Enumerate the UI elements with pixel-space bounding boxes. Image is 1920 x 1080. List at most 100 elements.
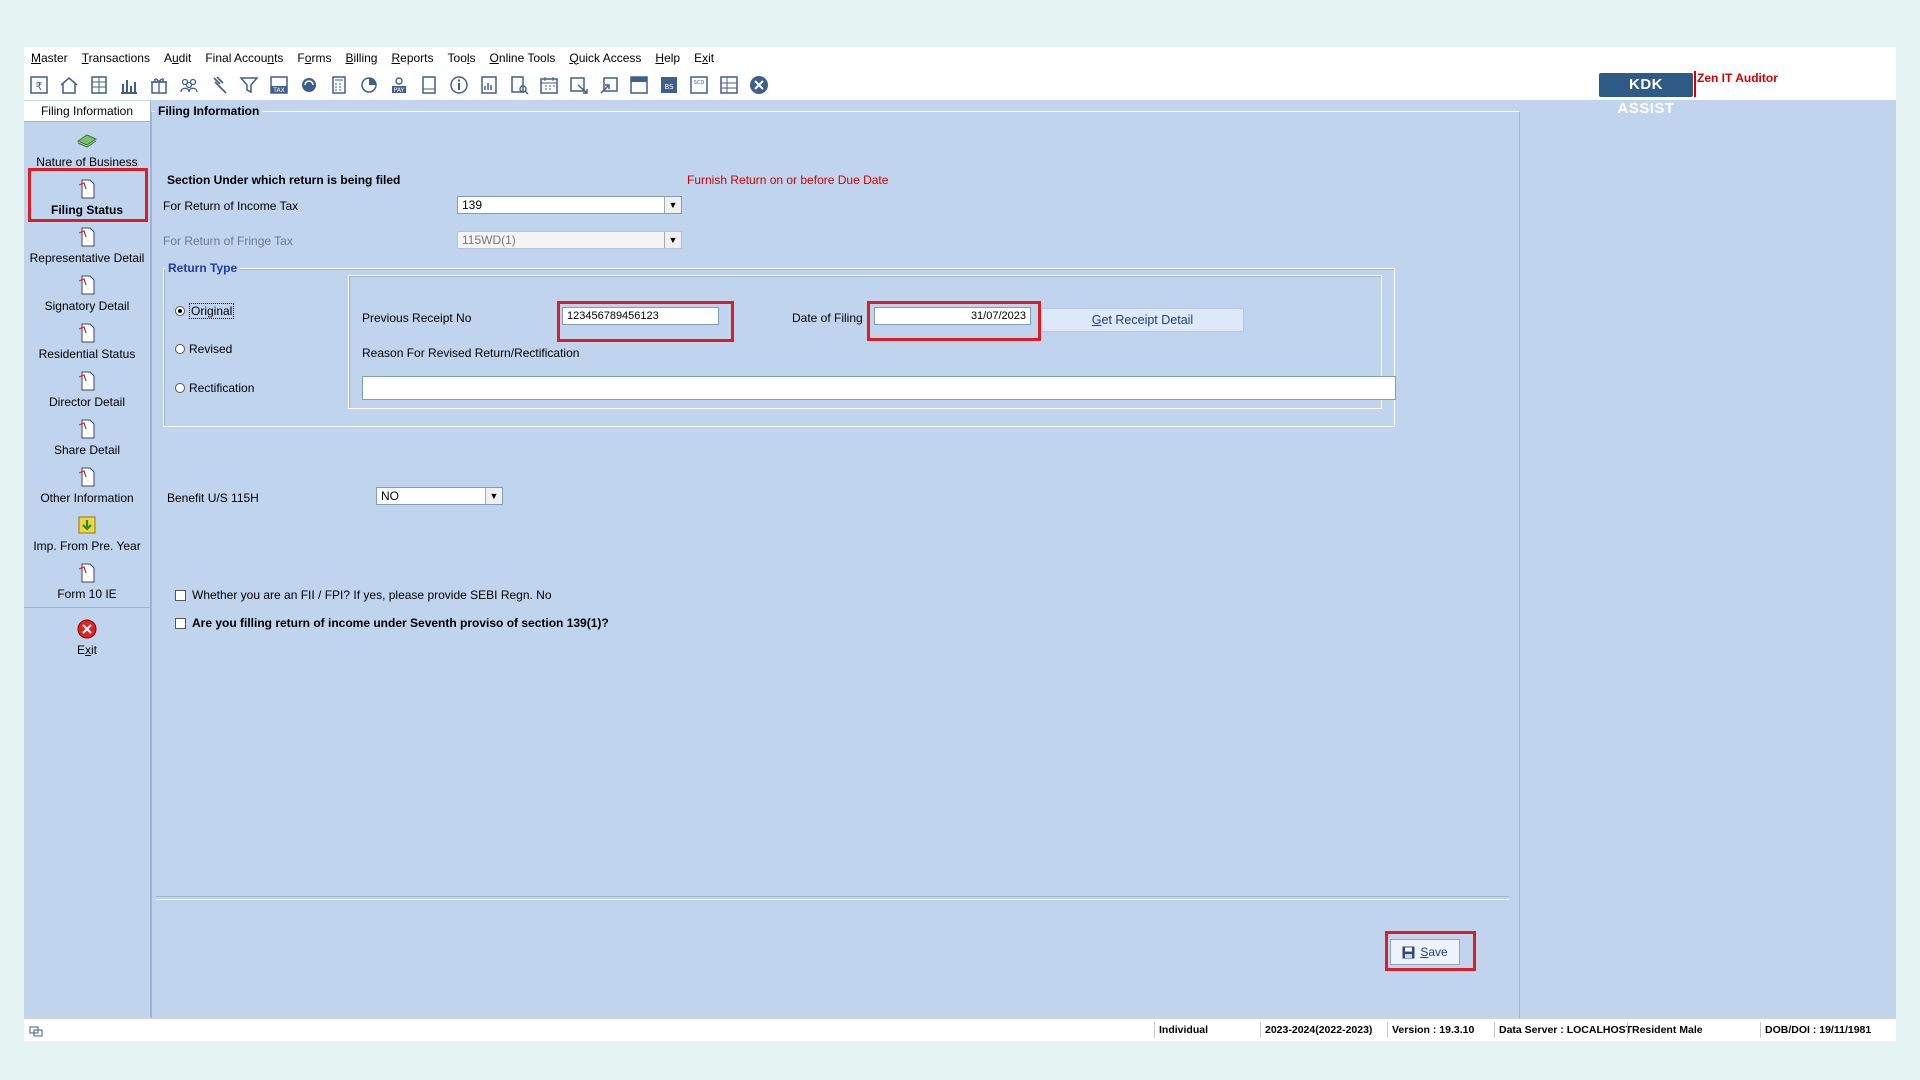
status-bar: Individual 2023-2024(2022-2023) Version …	[24, 1018, 1896, 1041]
scd-icon[interactable]: SCD	[688, 74, 710, 96]
date-of-filing-label: Date of Filing	[792, 311, 863, 325]
get-receipt-detail-button[interactable]: Get Receipt Detail	[1041, 308, 1244, 332]
radio-rectification[interactable]: Rectification	[175, 381, 254, 395]
document-icon	[75, 321, 99, 345]
due-date-note: Furnish Return on or before Due Date	[687, 173, 889, 187]
nav-item-residential-status[interactable]: Residential Status	[24, 321, 150, 361]
menu-help[interactable]: Help	[648, 51, 687, 65]
application-window: Master Transactions Audit Final Accounts…	[24, 47, 1896, 1041]
fii-fpi-checkbox[interactable]: Whether you are an FII / FPI? If yes, pl…	[175, 588, 552, 602]
grid-icon[interactable]	[718, 74, 740, 96]
footer-separator	[156, 896, 1509, 900]
product-name: Zen IT Auditor	[1697, 71, 1778, 85]
chevron-down-icon: ▼	[664, 197, 681, 213]
main-panel: Filing Information Section Under which r…	[151, 101, 1521, 1019]
radio-revised[interactable]: Revised	[175, 342, 232, 356]
chevron-down-icon: ▼	[664, 232, 681, 248]
menu-billing[interactable]: Billing	[338, 51, 384, 65]
document-icon	[75, 417, 99, 441]
gift-icon[interactable]	[148, 74, 170, 96]
income-tax-section-select[interactable]: 139 ▼	[457, 196, 682, 214]
notebook-icon[interactable]	[418, 74, 440, 96]
nav-item-director-detail[interactable]: Director Detail	[24, 369, 150, 409]
nav-exit-button[interactable]: Exit	[24, 617, 150, 657]
home-icon[interactable]	[58, 74, 80, 96]
svg-text:BS: BS	[664, 83, 674, 91]
document-icon	[75, 177, 99, 201]
status-residential: Resident Male	[1627, 1022, 1732, 1038]
menu-reports[interactable]: Reports	[384, 51, 440, 65]
gavel-icon[interactable]	[208, 74, 230, 96]
ledger-icon[interactable]	[88, 74, 110, 96]
nav-item-import-from-previous-year[interactable]: Imp. From Pre. Year	[24, 513, 150, 553]
pay-icon[interactable]: PAY	[388, 74, 410, 96]
pie-chart-icon[interactable]	[358, 74, 380, 96]
svg-text:PAY: PAY	[394, 87, 405, 94]
status-assessment-year: 2023-2024(2022-2023)	[1260, 1022, 1387, 1038]
nav-item-nature-of-business[interactable]: Nature of Business	[24, 129, 150, 169]
nav-item-representative-detail[interactable]: Representative Detail	[24, 225, 150, 265]
form-icon[interactable]	[628, 74, 650, 96]
return-type-legend: Return Type	[165, 261, 241, 275]
status-assessee-type: Individual	[1154, 1022, 1259, 1038]
document-icon	[75, 561, 99, 585]
fringe-tax-label: For Return of Fringe Tax	[163, 234, 293, 248]
save-button[interactable]: Save	[1390, 939, 1460, 965]
calendar-icon[interactable]	[538, 74, 560, 96]
status-data-server: Data Server : LOCALHOST	[1494, 1022, 1632, 1038]
benefit-115h-label: Benefit U/S 115H	[167, 491, 259, 505]
money-icon	[75, 129, 99, 153]
tax-icon[interactable]: TAX	[268, 74, 290, 96]
main-frame	[151, 111, 1520, 1019]
benefit-115h-select[interactable]: NO ▼	[376, 487, 503, 505]
reason-input[interactable]	[362, 376, 1396, 400]
svg-text:TAX: TAX	[272, 87, 284, 94]
export-icon[interactable]	[568, 74, 590, 96]
document-icon	[75, 465, 99, 489]
bar-chart-icon[interactable]	[118, 74, 140, 96]
menu-forms[interactable]: Forms	[290, 51, 338, 65]
income-tax-label: For Return of Income Tax	[163, 199, 299, 213]
network-icon	[28, 1022, 44, 1038]
refresh-icon[interactable]	[298, 74, 320, 96]
menu-transactions[interactable]: Transactions	[75, 51, 157, 65]
users-icon[interactable]	[178, 74, 200, 96]
nav-item-share-detail[interactable]: Share Detail	[24, 417, 150, 457]
menu-tools[interactable]: Tools	[441, 51, 483, 65]
brand-divider	[1694, 71, 1696, 97]
reason-label: Reason For Revised Return/Rectification	[362, 346, 580, 360]
panel-title: Filing Information	[155, 104, 263, 118]
date-of-filing-input[interactable]: 31/07/2023	[874, 307, 1031, 325]
exit-icon	[75, 617, 99, 641]
radio-original[interactable]: Original	[175, 303, 235, 319]
toolbar: ₹ TAX PAY BS SCD KDK ASSIST Zen IT Audit…	[24, 68, 1896, 117]
seventh-proviso-checkbox[interactable]: Are you filling return of income under S…	[175, 616, 609, 630]
rupee-book-icon[interactable]: ₹	[28, 74, 50, 96]
nav-item-other-information[interactable]: Other Information	[24, 465, 150, 505]
document-search-icon[interactable]	[508, 74, 530, 96]
nav-title: Filing Information	[24, 101, 150, 122]
status-dob: DOB/DOI : 19/11/1981	[1760, 1022, 1895, 1038]
calculator-icon[interactable]	[328, 74, 350, 96]
nav-item-filing-status[interactable]: Filing Status	[24, 177, 150, 217]
report-icon[interactable]	[478, 74, 500, 96]
nav-item-signatory-detail[interactable]: Signatory Detail	[24, 273, 150, 313]
menu-final-accounts[interactable]: Final Accounts	[198, 51, 290, 65]
filter-icon[interactable]	[238, 74, 260, 96]
menu-exit[interactable]: Exit	[687, 51, 721, 65]
document-icon	[75, 273, 99, 297]
close-circle-icon[interactable]	[748, 74, 770, 96]
svg-text:₹: ₹	[36, 80, 43, 93]
menu-quick-access[interactable]: Quick Access	[562, 51, 648, 65]
nav-item-form-10-ie[interactable]: Form 10 IE	[24, 561, 150, 601]
document-icon	[75, 225, 99, 249]
balance-sheet-icon[interactable]: BS	[658, 74, 680, 96]
menu-master[interactable]: Master	[24, 51, 75, 65]
previous-receipt-input[interactable]: 123456789456123	[562, 307, 719, 325]
import-arrow-icon	[75, 513, 99, 537]
nav-separator	[24, 607, 150, 608]
menu-online-tools[interactable]: Online Tools	[483, 51, 563, 65]
info-icon[interactable]	[448, 74, 470, 96]
menu-audit[interactable]: Audit	[157, 51, 198, 65]
import-icon[interactable]	[598, 74, 620, 96]
